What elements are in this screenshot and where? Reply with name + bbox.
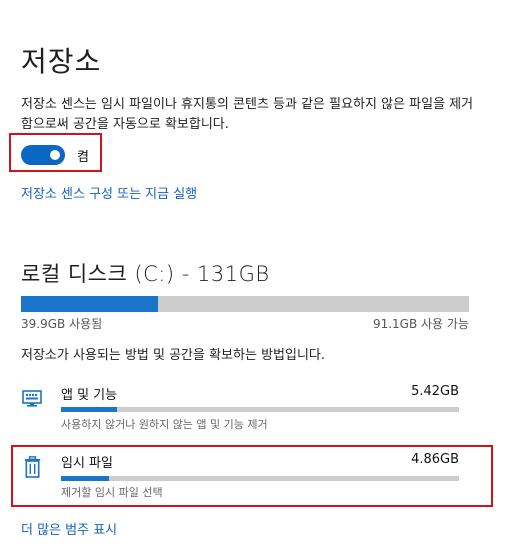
category-size: 5.42GB: [411, 384, 459, 399]
disk-free-label: 91.1GB 사용 가능: [372, 317, 469, 331]
configure-storage-sense-link[interactable]: 저장소 센스 구성 또는 지금 실행: [21, 183, 197, 202]
category-subtitle: 사용하지 않거나 원하지 않는 앱 및 기능 제거: [61, 418, 268, 431]
storage-sense-toggle-group: 켬: [21, 145, 89, 165]
disk-usage-bar[interactable]: [21, 296, 469, 312]
category-title: 앱 및 기능: [61, 388, 118, 403]
category-temp-files[interactable]: 임시 파일 4.86GB 제거할 임시 파일 선택: [15, 448, 470, 504]
category-usage-fill: [61, 476, 109, 481]
storage-sense-toggle[interactable]: [21, 145, 65, 165]
monitor-icon: [22, 390, 42, 408]
show-more-categories-link[interactable]: 더 많은 범주 표시: [21, 519, 117, 538]
disk-used-label: 39.9GB 사용됨: [21, 317, 103, 331]
toggle-state-label: 켬: [77, 149, 89, 165]
storage-sense-description: 저장소 센스는 임시 파일이나 휴지통의 콘텐츠 등과 같은 필요하지 않은 파…: [21, 97, 474, 132]
category-subtitle: 제거할 임시 파일 선택: [61, 486, 163, 499]
category-apps-features[interactable]: 앱 및 기능 5.42GB 사용하지 않거나 원하지 않는 앱 및 기능 제거: [15, 378, 470, 434]
category-usage-bar: [61, 476, 459, 481]
disk-title: 로컬 디스크 (C:) - 131GB: [21, 262, 270, 286]
page-title: 저장소: [21, 45, 102, 78]
disk-info-text: 저장소가 사용되는 방법 및 공간을 확보하는 방법입니다.: [21, 348, 326, 363]
disk-usage-fill: [21, 296, 158, 312]
category-usage-fill: [61, 407, 117, 412]
category-title: 임시 파일: [61, 456, 113, 471]
category-usage-bar: [61, 407, 459, 412]
category-size: 4.86GB: [411, 452, 459, 467]
trash-icon: [24, 456, 41, 478]
toggle-knob: [50, 150, 60, 160]
